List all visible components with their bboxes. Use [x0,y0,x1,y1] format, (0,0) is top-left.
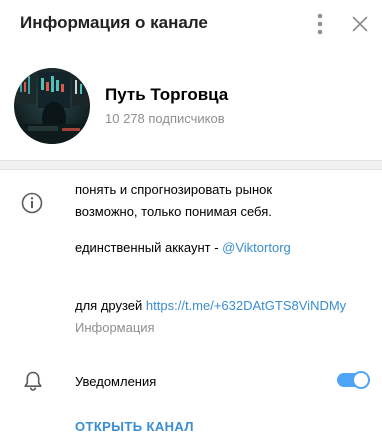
friends-prefix: для друзей [75,298,146,313]
channel-info-panel: Информация о канале Путь Торговца 10 278… [0,0,382,448]
vertical-dots-icon [317,13,323,35]
description-line: понять и спрогнозировать рынок [75,182,273,197]
notifications-label: Уведомления [75,374,157,389]
more-options-button[interactable] [309,11,331,37]
invite-link[interactable]: https://t.me/+632DAtGTS8ViNDMy [146,298,346,313]
channel-name: Путь Торговца [105,85,229,104]
panel-header: Информация о канале [0,0,382,46]
section-divider [0,160,382,170]
channel-avatar[interactable] [14,68,90,144]
info-caption: Информация [75,320,155,335]
account-prefix: единственный аккаунт - [75,240,223,255]
info-icon [21,192,43,214]
panel-title: Информация о канале [20,13,208,32]
account-line: единственный аккаунт - @Viktortorg [75,240,291,255]
friends-line: для друзей https://t.me/+632DAtGTS8ViNDM… [75,298,346,313]
close-button[interactable] [349,13,371,35]
bell-icon [24,371,42,391]
account-link[interactable]: @Viktortorg [222,240,291,255]
description-line: возможно, только понимая себя. [75,204,272,219]
notifications-toggle[interactable] [337,371,370,389]
channel-profile: Путь Торговца 10 278 подписчиков [0,58,382,158]
subscriber-count: 10 278 подписчиков [105,111,225,126]
close-icon [352,16,368,32]
toggle-knob [352,371,370,389]
open-channel-button[interactable]: ОТКРЫТЬ КАНАЛ [75,419,194,434]
